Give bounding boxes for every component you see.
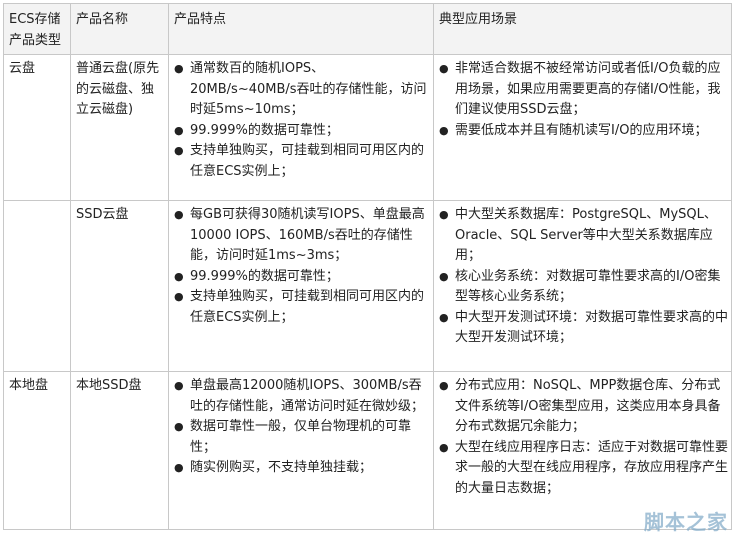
list-item: 中大型关系数据库：PostgreSQL、MySQL、Oracle、SQL Ser…	[439, 205, 728, 267]
list-item: 中大型开发测试环境：对数据可靠性要求高的中大型开发测试环境；	[439, 308, 728, 349]
list-item: 大型在线应用程序日志：适应于对数据可靠性要求一般的大型在线应用程序，存放应用程序…	[439, 438, 728, 500]
list-item: 需要低成本并且有随机读写I/O的应用环境；	[439, 121, 728, 142]
cell-features: 每GB可获得30随机读写IOPS、单盘最高10000 IOPS、160MB/s吞…	[168, 200, 434, 372]
cell-storage-type	[3, 200, 71, 372]
cell-features: 通常数百的随机IOPS、20MB/s~40MB/s吞吐的存储性能，访问时延5ms…	[168, 54, 434, 201]
list-item: 支持单独购买，可挂载到相同可用区内的任意ECS实例上；	[174, 287, 430, 328]
list-item: 数据可靠性一般，仅单台物理机的可靠性；	[174, 417, 430, 458]
list-item: 通常数百的随机IOPS、20MB/s~40MB/s吞吐的存储性能，访问时延5ms…	[174, 59, 430, 121]
cell-scenarios: 中大型关系数据库：PostgreSQL、MySQL、Oracle、SQL Ser…	[433, 200, 732, 372]
cell-storage-type: 本地盘	[3, 371, 71, 530]
cell-product-name: SSD云盘	[70, 200, 169, 372]
list-item: 支持单独购买，可挂载到相同可用区内的任意ECS实例上；	[174, 141, 430, 182]
table-row: 本地盘 本地SSD盘 单盘最高12000随机IOPS、300MB/s吞吐的存储性…	[3, 371, 732, 530]
cell-product-name: 本地SSD盘	[70, 371, 169, 530]
header-features: 产品特点	[168, 3, 434, 55]
table-header-row: ECS存储产品类型 产品名称 产品特点 典型应用场景	[3, 3, 732, 55]
cell-scenarios: 非常适合数据不被经常访问或者低I/O负载的应用场景，如果应用需要更高的存储I/O…	[433, 54, 732, 201]
storage-comparison-table: ECS存储产品类型 产品名称 产品特点 典型应用场景 云盘 普通云盘(原先的云磁…	[3, 3, 732, 530]
table-row: SSD云盘 每GB可获得30随机读写IOPS、单盘最高10000 IOPS、16…	[3, 200, 732, 372]
cell-storage-type: 云盘	[3, 54, 71, 201]
watermark-logo: 脚本之家	[644, 510, 728, 534]
header-storage-type: ECS存储产品类型	[3, 3, 71, 55]
header-scenarios: 典型应用场景	[433, 3, 732, 55]
list-item: 随实例购买，不支持单独挂载；	[174, 458, 430, 479]
cell-product-name: 普通云盘(原先的云磁盘、独立云磁盘)	[70, 54, 169, 201]
list-item: 单盘最高12000随机IOPS、300MB/s吞吐的存储性能，通常访问时延在微妙…	[174, 376, 430, 417]
list-item: 99.999%的数据可靠性；	[174, 267, 430, 288]
list-item: 分布式应用：NoSQL、MPP数据仓库、分布式文件系统等I/O密集型应用，这类应…	[439, 376, 728, 438]
list-item: 99.999%的数据可靠性；	[174, 121, 430, 142]
list-item: 核心业务系统：对数据可靠性要求高的I/O密集型等核心业务系统；	[439, 267, 728, 308]
table-row: 云盘 普通云盘(原先的云磁盘、独立云磁盘) 通常数百的随机IOPS、20MB/s…	[3, 54, 732, 201]
list-item: 每GB可获得30随机读写IOPS、单盘最高10000 IOPS、160MB/s吞…	[174, 205, 430, 267]
header-product-name: 产品名称	[70, 3, 169, 55]
list-item: 非常适合数据不被经常访问或者低I/O负载的应用场景，如果应用需要更高的存储I/O…	[439, 59, 728, 121]
cell-features: 单盘最高12000随机IOPS、300MB/s吞吐的存储性能，通常访问时延在微妙…	[168, 371, 434, 530]
